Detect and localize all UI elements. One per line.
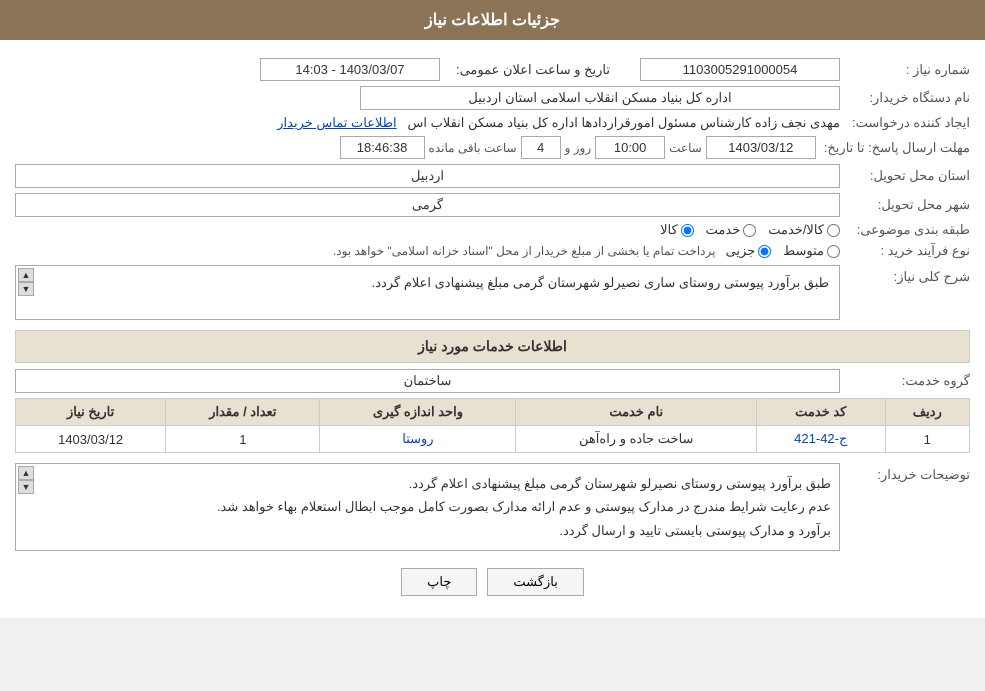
category-option-khedmat[interactable]: خدمت	[706, 222, 757, 238]
province-label: استان محل تحویل:	[840, 168, 970, 184]
announcement-label: تاریخ و ساعت اعلان عمومی:	[456, 62, 610, 78]
category-radio-group: کالا/خدمت خدمت کالا	[15, 222, 840, 238]
service-group-label: گروه خدمت:	[840, 373, 970, 389]
purchase-type-jozi[interactable]: جزیی	[725, 243, 771, 259]
cell-unit: روستا	[320, 426, 516, 453]
cell-date: 1403/03/12	[16, 426, 166, 453]
page-title: جزئیات اطلاعات نیاز	[425, 12, 560, 29]
creator-contact-link[interactable]: اطلاعات تماس خریدار	[277, 115, 396, 130]
col-header-qty: تعداد / مقدار	[166, 399, 320, 426]
purchase-type-mottavaset[interactable]: متوسط	[783, 243, 840, 259]
scroll-down-btn[interactable]: ▼	[18, 282, 34, 296]
creator-name: مهدی نجف زاده کارشناس مسئول امورقرارداده…	[408, 115, 840, 130]
purchase-note: پرداخت تمام یا بخشی از مبلغ خریدار از مح…	[333, 244, 716, 258]
cell-qty: 1	[166, 426, 320, 453]
notes-scroll-down[interactable]: ▼	[18, 480, 34, 494]
purchase-type-radio-group: متوسط جزیی	[725, 243, 840, 259]
announcement-value: 1403/03/07 - 14:03	[260, 58, 440, 81]
need-desc-label: شرح کلی نیاز:	[840, 265, 970, 285]
city-value: گرمی	[15, 193, 840, 217]
deadline-time: 10:00	[595, 136, 665, 159]
buyer-notes-text: طبق برآورد پیوستی روستای نصیرلو شهرستان …	[24, 472, 831, 542]
creator-label: ایجاد کننده درخواست:	[840, 115, 970, 131]
category-option-kala[interactable]: کالا	[660, 222, 694, 238]
purchase-type-label-mottavaset: متوسط	[783, 243, 824, 259]
col-header-unit: واحد اندازه گیری	[320, 399, 516, 426]
purchase-type-label-jozi: جزیی	[725, 243, 755, 259]
deadline-time-label: ساعت	[669, 141, 702, 155]
category-label: طبقه بندی موضوعی:	[840, 222, 970, 238]
purchase-type-label: نوع فرآیند خرید :	[840, 243, 970, 259]
page-header: جزئیات اطلاعات نیاز	[0, 0, 985, 40]
deadline-days-label: روز و	[565, 141, 592, 155]
col-header-row: ردیف	[885, 399, 969, 426]
notes-scroll-up[interactable]: ▲	[18, 466, 34, 480]
scroll-up-btn[interactable]: ▲	[18, 268, 34, 282]
service-group-value: ساختمان	[15, 369, 840, 393]
buyer-org-value: اداره کل بنیاد مسکن انقلاب اسلامی استان …	[360, 86, 840, 110]
cell-row: 1	[885, 426, 969, 453]
category-label-kala-khedmat: کالا/خدمت	[768, 222, 824, 238]
buyer-notes-label: توضیحات خریدار:	[840, 463, 970, 483]
buyer-notes-box: طبق برآورد پیوستی روستای نصیرلو شهرستان …	[15, 463, 840, 551]
scroll-arrows[interactable]: ▲ ▼	[18, 268, 34, 296]
category-radio-kala-khedmat[interactable]	[827, 224, 840, 237]
category-label-kala: کالا	[660, 222, 678, 238]
purchase-type-radio-mottavaset[interactable]	[827, 245, 840, 258]
notes-scroll-arrows[interactable]: ▲ ▼	[18, 466, 34, 494]
col-header-date: تاریخ نیاز	[16, 399, 166, 426]
category-option-kala-khedmat[interactable]: کالا/خدمت	[768, 222, 840, 238]
cell-code: ج-42-421	[757, 426, 886, 453]
print-button[interactable]: چاپ	[401, 568, 477, 596]
category-radio-khedmat[interactable]	[743, 224, 756, 237]
table-row: 1 ج-42-421 ساخت جاده و راه‌آهن روستا 1 1…	[16, 426, 970, 453]
deadline-label: مهلت ارسال پاسخ: تا تاریخ:	[816, 140, 970, 156]
deadline-days: 4	[521, 136, 561, 159]
back-button[interactable]: بازگشت	[487, 568, 583, 596]
col-header-name: نام خدمت	[516, 399, 757, 426]
need-desc-text: طبق برآورد پیوستی روستای ساری نصیرلو شهر…	[22, 272, 833, 294]
need-number-label: شماره نیاز :	[840, 62, 970, 78]
col-header-code: کد خدمت	[757, 399, 886, 426]
services-table: ردیف کد خدمت نام خدمت واحد اندازه گیری ت…	[15, 398, 970, 453]
cell-name: ساخت جاده و راه‌آهن	[516, 426, 757, 453]
deadline-remain: 18:46:38	[340, 136, 425, 159]
deadline-remain-label: ساعت باقی مانده	[429, 141, 517, 155]
province-value: اردبیل	[15, 164, 840, 188]
deadline-date: 1403/03/12	[706, 136, 816, 159]
need-number-value: 1103005291000054	[640, 58, 840, 81]
purchase-type-radio-jozi[interactable]	[758, 245, 771, 258]
category-label-khedmat: خدمت	[706, 222, 741, 238]
city-label: شهر محل تحویل:	[840, 197, 970, 213]
need-description-box: ▲ ▼ طبق برآورد پیوستی روستای ساری نصیرلو…	[15, 265, 840, 320]
category-radio-kala[interactable]	[681, 224, 694, 237]
services-section-header: اطلاعات خدمات مورد نیاز	[15, 330, 970, 363]
buyer-org-label: نام دستگاه خریدار:	[840, 90, 970, 106]
footer-buttons: بازگشت چاپ	[15, 556, 970, 608]
